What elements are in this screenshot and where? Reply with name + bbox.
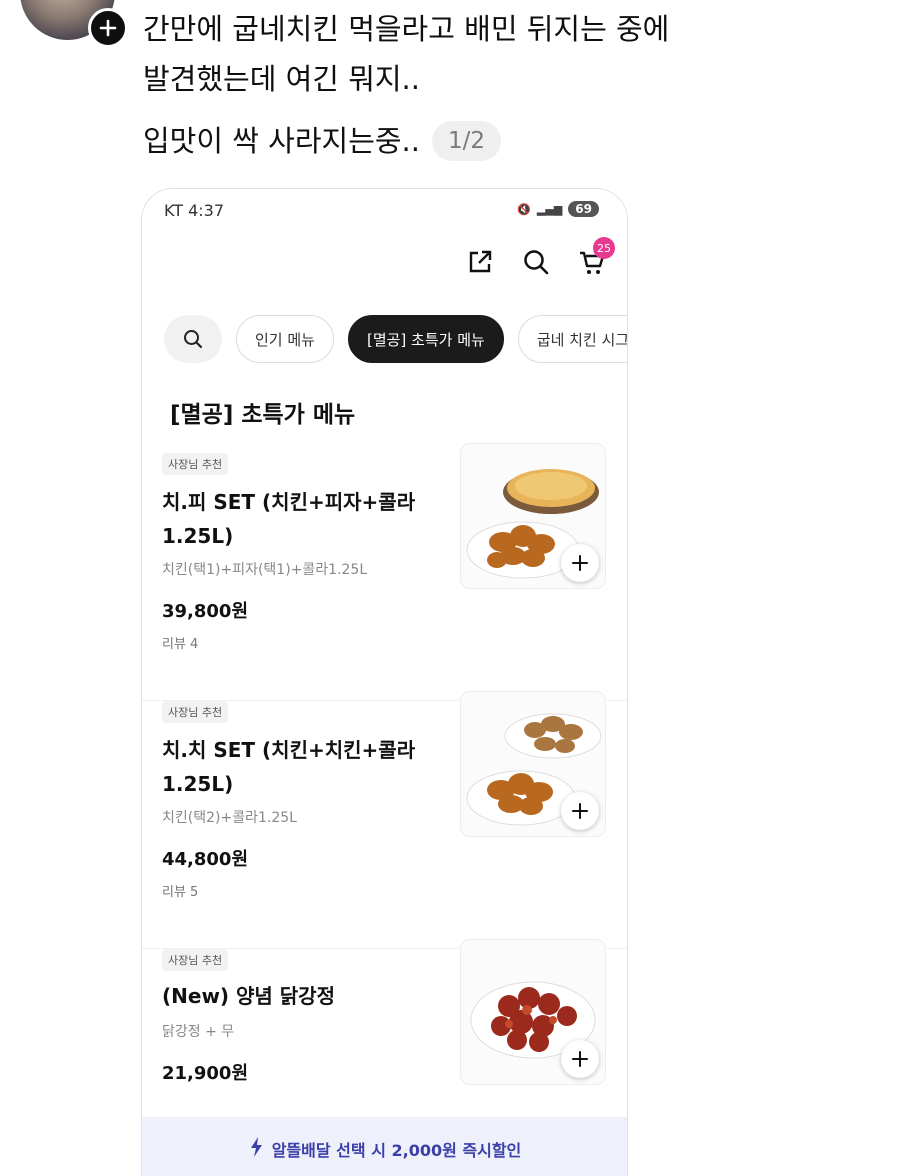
search-icon: [184, 330, 203, 349]
post-line-1: 간만에 굽네치킨 먹을라고 배민 뒤지는 중에: [143, 12, 670, 46]
item-price: 39,800원: [162, 601, 249, 622]
mute-icon: 🔇: [517, 202, 531, 216]
section-title: [멸공] 초특가 메뉴: [170, 402, 356, 428]
item-review: 리뷰 5: [162, 885, 199, 900]
add-icon: [572, 1051, 588, 1067]
signal-icon: ▂▄▆: [536, 202, 563, 216]
battery-badge: 69: [568, 201, 599, 217]
status-carrier-time: KT 4:37: [164, 201, 225, 220]
recommend-tag: 사장님 추천: [162, 949, 229, 971]
menu-item[interactable]: 사장님 추천 치.피 SET (치킨+피자+콜라1.25L) 치킨(택1)+피자…: [142, 443, 627, 701]
item-desc: 치킨(택2)+콜라1.25L: [162, 810, 297, 826]
menu-item[interactable]: 사장님 추천 치.치 SET (치킨+치킨+콜라1.25L) 치킨(택2)+콜라…: [142, 691, 627, 949]
share-icon: [469, 250, 492, 273]
search-icon: [524, 250, 549, 275]
status-icons: 🔇 ▂▄▆ 69: [517, 201, 599, 217]
item-name: 치.치 SET (치킨+치킨+콜라1.25L): [162, 738, 416, 796]
post-line-3-row: 입맛이 싹 사라지는중.. 1/2: [143, 116, 502, 166]
image-counter: 1/2: [432, 121, 502, 161]
add-icon: [572, 555, 588, 571]
post-line-3: 입맛이 싹 사라지는중..: [143, 124, 420, 158]
lightning-icon: [250, 1137, 262, 1157]
promo-text: 알뜰배달 선택 시 2,000원 즉시할인: [271, 1141, 522, 1160]
recommend-tag: 사장님 추천: [162, 701, 229, 723]
follow-plus-icon: [99, 19, 117, 37]
cart-button[interactable]: 25: [577, 237, 615, 277]
chip-special-active[interactable]: [멸공] 초특가 메뉴: [347, 315, 504, 363]
recommend-tag: 사장님 추천: [162, 453, 229, 475]
item-image: [460, 939, 606, 1085]
search-button[interactable]: [521, 247, 551, 277]
item-review: 리뷰 4: [162, 637, 199, 652]
category-chips: 인기 메뉴 [멸공] 초특가 메뉴 굽네 치킨 시그: [164, 315, 627, 363]
item-price: 44,800원: [162, 849, 249, 870]
item-desc: 닭강정 + 무: [162, 1024, 235, 1040]
chip-popular[interactable]: 인기 메뉴: [236, 315, 334, 363]
item-image: [460, 443, 606, 589]
add-button[interactable]: [561, 792, 599, 830]
item-price: 21,900원: [162, 1063, 249, 1084]
post-line-2: 발견했는데 여긴 뭐지..: [143, 62, 420, 96]
add-button[interactable]: [561, 544, 599, 582]
item-name: (New) 양념 닭강정: [162, 984, 335, 1008]
add-icon: [572, 803, 588, 819]
post-text: 간만에 굽네치킨 먹을라고 배민 뒤지는 중에 발견했는데 여긴 뭐지..: [143, 4, 863, 104]
item-name: 치.피 SET (치킨+피자+콜라1.25L): [162, 490, 416, 548]
add-button[interactable]: [561, 1040, 599, 1078]
promo-banner[interactable]: 알뜰배달 선택 시 2,000원 즉시할인: [142, 1117, 627, 1176]
chip-goobne[interactable]: 굽네 치킨 시그: [517, 315, 627, 363]
chip-search[interactable]: [164, 315, 222, 363]
attached-screenshot[interactable]: KT 4:37 🔇 ▂▄▆ 69 25 인기 메뉴 [멸공] 초특가 메뉴 굽네…: [141, 188, 628, 1176]
item-desc: 치킨(택1)+피자(택1)+콜라1.25L: [162, 562, 368, 578]
top-actions: 25: [465, 237, 615, 277]
item-image: [460, 691, 606, 837]
cart-count-badge: 25: [593, 237, 615, 259]
share-button[interactable]: [465, 247, 495, 277]
follow-button[interactable]: [88, 8, 128, 48]
